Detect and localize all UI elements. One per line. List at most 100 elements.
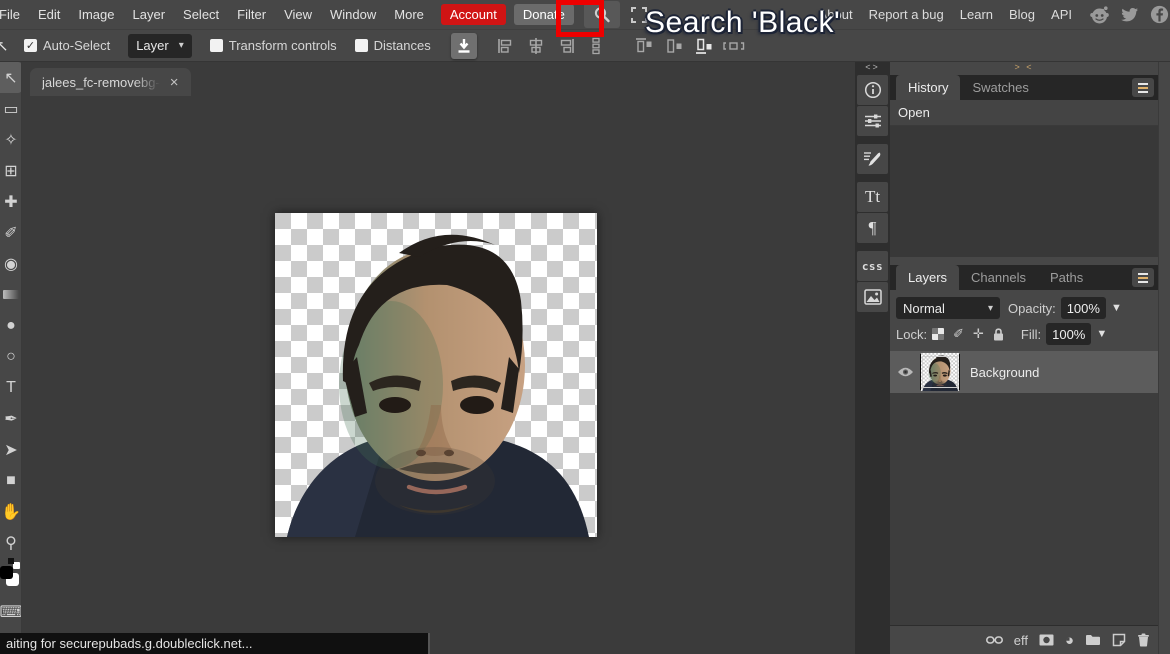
auto-select-label: Auto-Select <box>43 38 110 53</box>
menu-item-filter[interactable]: Filter <box>228 7 275 22</box>
zoom-tool[interactable]: ⚲ <box>0 527 22 558</box>
layers-menu-button[interactable] <box>1132 268 1154 287</box>
lock-all-icon[interactable] <box>993 328 1004 341</box>
layer-thumbnail[interactable] <box>920 354 960 390</box>
transform-controls-option[interactable]: Transform controls <box>210 38 337 53</box>
distances-option[interactable]: Distances <box>355 38 431 53</box>
export-download-icon <box>456 38 472 54</box>
auto-select-checkbox[interactable]: ✓ <box>24 39 37 52</box>
right-gutter <box>1158 62 1170 654</box>
magic-wand-tool-icon: ✧ <box>4 130 17 150</box>
link-report-a-bug[interactable]: Report a bug <box>861 7 952 22</box>
account-button[interactable]: Account <box>441 4 506 25</box>
tab-swatches[interactable]: Swatches <box>960 75 1040 100</box>
distribute-vertical-button[interactable] <box>585 36 607 56</box>
align-right-button[interactable] <box>555 36 577 56</box>
paragraph-panel-button[interactable]: ¶ <box>857 213 888 243</box>
opacity-dropdown-icon[interactable]: ▼ <box>1111 302 1122 314</box>
menu-item-edit[interactable]: Edit <box>29 7 69 22</box>
close-tab-icon[interactable]: × <box>170 75 179 90</box>
align-left-icon <box>496 37 516 55</box>
css-panel-button[interactable]: css <box>857 251 888 281</box>
link-api[interactable]: API <box>1043 7 1080 22</box>
color-swatches[interactable] <box>0 558 22 588</box>
panel-icon-strip: <> Tt ¶ css <box>855 62 890 654</box>
export-download-button[interactable] <box>451 33 477 59</box>
keyboard-shortcuts-button[interactable]: ⌨ <box>0 596 22 627</box>
distances-checkbox[interactable] <box>355 39 368 52</box>
tab-paths[interactable]: Paths <box>1038 265 1095 290</box>
foreground-color-swatch[interactable] <box>0 566 13 579</box>
fill-input[interactable]: 100% <box>1046 323 1091 345</box>
blur-tool[interactable]: ● <box>0 310 22 341</box>
properties-panel-button[interactable] <box>857 106 888 136</box>
collapse-right-panel[interactable]: > < <box>890 62 1158 75</box>
tab-history[interactable]: History <box>896 75 960 100</box>
marquee-tool[interactable]: ▭ <box>0 93 22 124</box>
gradient-tool[interactable] <box>0 279 22 310</box>
document-image[interactable] <box>275 213 597 537</box>
tab-layers[interactable]: Layers <box>896 265 959 290</box>
twitter-icon[interactable] <box>1119 4 1140 25</box>
donate-button[interactable]: Donate <box>514 4 574 25</box>
history-entry-open[interactable]: Open <box>890 100 1158 126</box>
healing-tool[interactable]: ✚ <box>0 186 22 217</box>
brush-settings-panel-button[interactable] <box>857 144 888 174</box>
auto-select-option[interactable]: ✓ Auto-Select <box>24 38 110 53</box>
menu-item-view[interactable]: View <box>275 7 321 22</box>
layer-row-background[interactable]: Background <box>890 351 1158 393</box>
history-menu-button[interactable] <box>1132 78 1154 97</box>
lock-transparency-icon[interactable] <box>932 328 944 340</box>
layer-visibility-toggle[interactable] <box>890 366 920 378</box>
image-panel-button[interactable] <box>857 282 888 312</box>
character-panel-button[interactable]: Tt <box>857 182 888 212</box>
menu-item-layer[interactable]: Layer <box>124 7 175 22</box>
dodge-tool[interactable]: ○ <box>0 341 22 372</box>
collapse-left-strip[interactable]: <> <box>855 62 890 74</box>
shape-tool-icon: ■ <box>6 472 16 490</box>
hand-tool[interactable]: ✋ <box>0 496 22 527</box>
brush-tool[interactable]: ✐ <box>0 217 22 248</box>
document-tab[interactable]: jalees_fc-removebg- × <box>30 68 191 96</box>
link-learn[interactable]: Learn <box>952 7 1001 22</box>
magic-wand-tool[interactable]: ✧ <box>0 124 22 155</box>
effects-icon[interactable]: eff <box>1014 633 1028 648</box>
delete-layer-icon[interactable] <box>1137 633 1150 647</box>
menu-item-file[interactable]: File <box>0 7 29 22</box>
transform-controls-checkbox[interactable] <box>210 39 223 52</box>
opacity-input[interactable]: 100% <box>1061 297 1106 319</box>
menu-item-window[interactable]: Window <box>321 7 385 22</box>
pen-tool[interactable]: ✒ <box>0 403 22 434</box>
facebook-icon[interactable] <box>1149 4 1170 25</box>
group-folder-icon[interactable] <box>1085 634 1101 646</box>
layers-panel-header: Layers Channels Paths <box>890 265 1158 290</box>
path-select-tool[interactable]: ➤ <box>0 434 22 465</box>
lock-paint-icon[interactable]: ✐ <box>953 326 964 342</box>
new-layer-icon[interactable] <box>1112 633 1126 647</box>
menu-item-more[interactable]: More <box>385 7 433 22</box>
align-center-h-icon <box>526 37 546 55</box>
info-panel-button[interactable] <box>857 75 888 105</box>
tab-channels[interactable]: Channels <box>959 265 1038 290</box>
menu-item-image[interactable]: Image <box>69 7 123 22</box>
canvas-area[interactable]: jalees_fc-removebg- × <box>22 62 855 654</box>
lock-position-icon[interactable]: ✛ <box>973 326 984 342</box>
link-blog[interactable]: Blog <box>1001 7 1043 22</box>
move-tool[interactable]: ↖ <box>0 62 22 93</box>
target-select[interactable]: Layer ▾ <box>128 34 192 58</box>
menu-item-select[interactable]: Select <box>174 7 228 22</box>
search-button[interactable] <box>584 1 620 28</box>
shape-tool[interactable]: ■ <box>0 465 22 496</box>
align-left-button[interactable] <box>495 36 517 56</box>
mask-icon[interactable] <box>1039 634 1054 646</box>
fill-dropdown-icon[interactable]: ▼ <box>1096 328 1107 340</box>
link-icon[interactable] <box>986 635 1003 645</box>
clone-stamp-tool[interactable]: ◉ <box>0 248 22 279</box>
image-icon <box>864 289 882 305</box>
crop-tool[interactable]: ⊞ <box>0 155 22 186</box>
reddit-icon[interactable] <box>1089 4 1110 25</box>
type-tool[interactable]: T <box>0 372 22 403</box>
adjustment-icon[interactable]: ◕ <box>1065 632 1074 649</box>
blend-mode-select[interactable]: Normal ▾ <box>896 297 1000 319</box>
align-center-h-button[interactable] <box>525 36 547 56</box>
